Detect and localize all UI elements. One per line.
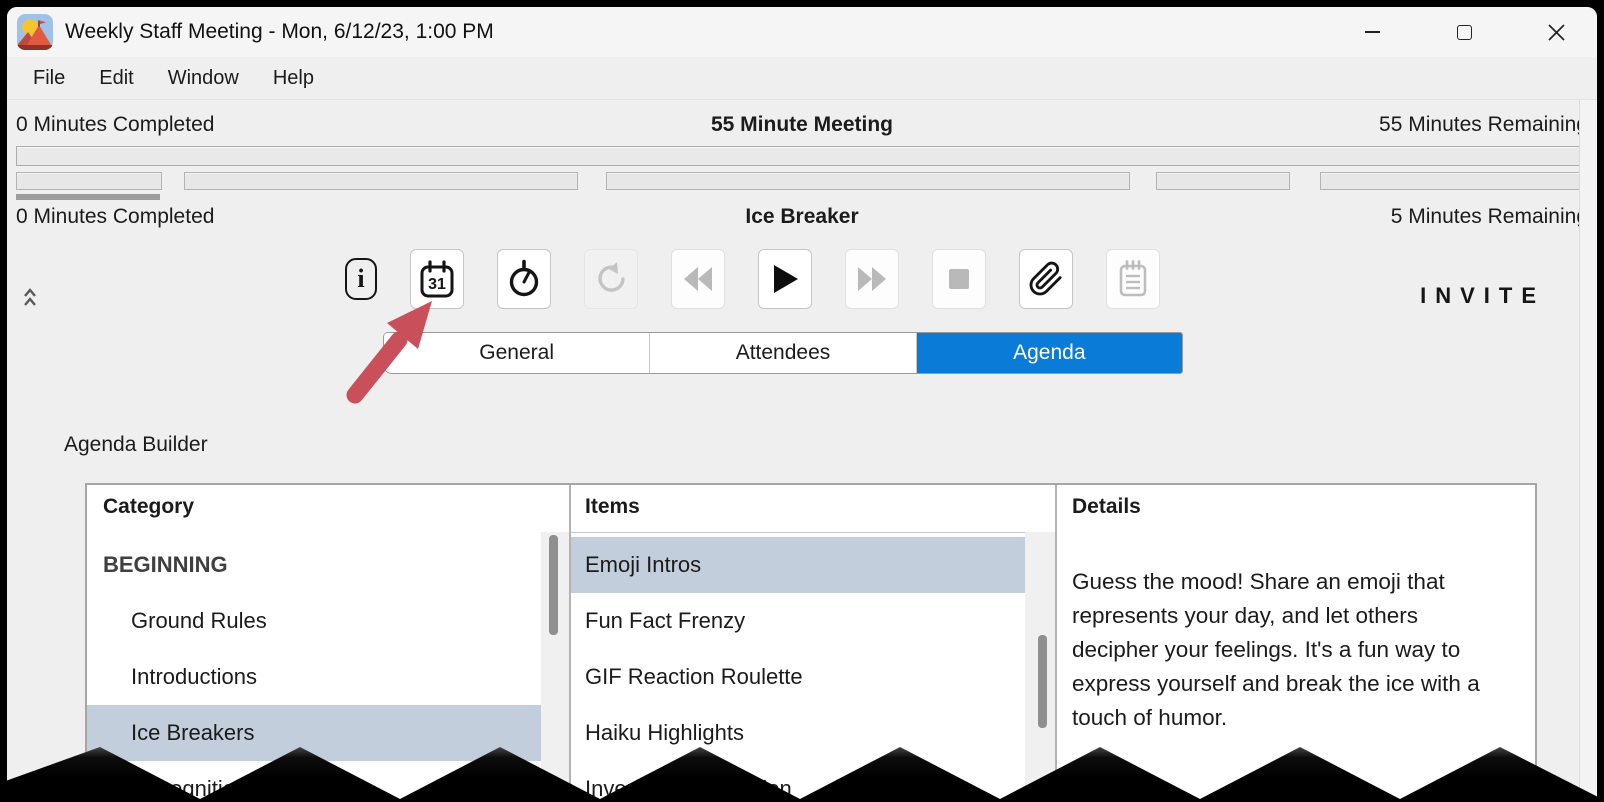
close-icon [1547, 23, 1565, 41]
agenda-builder-label: Agenda Builder [64, 433, 208, 456]
items-scrollbar-thumb[interactable] [1038, 635, 1047, 728]
app-window: Weekly Staff Meeting - Mon, 6/12/23, 1:0… [7, 7, 1597, 802]
details-line: express yourself and break the ice with … [1072, 671, 1480, 696]
menu-file[interactable]: File [23, 63, 75, 94]
category-group-row: BEGINNING [103, 552, 228, 577]
timer-icon [509, 259, 539, 297]
title-bar: Weekly Staff Meeting - Mon, 6/12/23, 1:0… [7, 7, 1597, 57]
category-column-header: Category [103, 495, 195, 518]
double-chevron-up-icon [24, 288, 36, 306]
tab-general[interactable]: General [384, 333, 650, 373]
tab-attendees[interactable]: Attendees [649, 333, 916, 373]
stop-icon [949, 269, 969, 289]
progress-segment [1319, 172, 1590, 190]
category-row[interactable]: Recognitions [87, 761, 541, 802]
notes-button[interactable] [1106, 249, 1160, 309]
section-remaining-label: 5 Minutes Remaining [1390, 205, 1588, 228]
play-button[interactable] [758, 249, 812, 309]
info-icon[interactable]: i [345, 258, 377, 300]
window-controls [1349, 7, 1579, 57]
segment-progress-bars [16, 172, 1590, 190]
details-text: Guess the mood! Share an emoji that repr… [1072, 565, 1527, 735]
details-line: represents your day, and let others [1072, 603, 1419, 628]
play-icon [774, 265, 798, 293]
items-column-header: Items [585, 495, 640, 518]
item-row[interactable]: Fun Fact Frenzy [571, 593, 1025, 649]
maximize-icon [1456, 24, 1472, 40]
menu-help[interactable]: Help [263, 63, 324, 94]
meeting-remaining-label: 55 Minutes Remaining [1379, 113, 1588, 136]
progress-segment [605, 172, 1131, 190]
current-segment-indicator [16, 194, 160, 200]
progress-segment [16, 172, 162, 190]
stop-button[interactable] [932, 249, 986, 309]
fast-forward-button[interactable] [845, 249, 899, 309]
section-progress-labels: 0 Minutes Completed Ice Breaker 5 Minute… [16, 205, 1588, 233]
category-row[interactable]: Introductions [87, 649, 541, 705]
calendar-button[interactable]: 31 [410, 249, 464, 309]
minimize-button[interactable] [1349, 10, 1395, 54]
items-header-divider [571, 532, 1055, 533]
timer-button[interactable] [497, 249, 551, 309]
details-line: decipher your feelings. It's a fun way t… [1072, 637, 1461, 662]
category-row[interactable]: Ground Rules [87, 593, 541, 649]
tab-bar: General Attendees Agenda [383, 332, 1183, 374]
menu-edit[interactable]: Edit [89, 63, 143, 94]
meeting-toolbar: i 31 [345, 249, 1160, 309]
right-gutter [1579, 100, 1597, 802]
screenshot-stage: Weekly Staff Meeting - Mon, 6/12/23, 1:0… [0, 0, 1604, 802]
attachments-button[interactable] [1019, 249, 1073, 309]
menu-bar: File Edit Window Help [7, 57, 1597, 100]
item-row[interactable]: GIF Reaction Roulette [571, 649, 1025, 705]
rewind-icon [684, 267, 712, 291]
svg-text:31: 31 [428, 276, 446, 293]
collapse-panel-control[interactable] [22, 286, 40, 314]
maximize-button[interactable] [1441, 10, 1487, 54]
menu-window[interactable]: Window [158, 63, 249, 94]
close-button[interactable] [1533, 10, 1579, 54]
reset-icon [598, 262, 625, 292]
progress-segment [184, 172, 579, 190]
reset-button[interactable] [584, 249, 638, 309]
paperclip-icon [1029, 261, 1062, 296]
meeting-progress-labels: 0 Minutes Completed 55 Minute Meeting 55… [16, 113, 1588, 141]
details-line: Guess the mood! Share an emoji that [1072, 569, 1445, 594]
details-line: touch of humor. [1072, 705, 1228, 730]
item-row-selected[interactable]: Emoji Intros [571, 537, 1025, 593]
meeting-progress-bar [16, 146, 1588, 166]
items-list: Emoji Intros Fun Fact Frenzy GIF Reactio… [571, 537, 1025, 802]
agenda-builder-panel: Category Items Details BEGINNING Ground … [85, 483, 1537, 802]
category-scrollbar-thumb[interactable] [549, 535, 558, 635]
minimize-icon [1364, 31, 1380, 33]
category-row-selected[interactable]: Ice Breakers [87, 705, 541, 761]
rewind-button[interactable] [671, 249, 725, 309]
current-section-label: Ice Breaker [745, 205, 859, 228]
fast-forward-icon [858, 267, 886, 291]
calendar-31-icon: 31 [420, 260, 454, 298]
window-title: Weekly Staff Meeting - Mon, 6/12/23, 1:0… [65, 20, 494, 43]
details-pane: Guess the mood! Share an emoji that repr… [1057, 485, 1535, 802]
tab-agenda[interactable]: Agenda [915, 333, 1182, 373]
progress-segment [1156, 172, 1291, 190]
app-icon [17, 14, 53, 50]
invite-button[interactable]: INVITE [1420, 283, 1545, 309]
category-list: BEGINNING Ground Rules Introductions Ice… [87, 537, 541, 802]
meeting-title-label: 55 Minute Meeting [710, 113, 894, 136]
item-row[interactable]: Invention Convention [571, 761, 1025, 802]
item-row[interactable]: Haiku Highlights [571, 705, 1025, 761]
notes-icon [1119, 260, 1147, 297]
